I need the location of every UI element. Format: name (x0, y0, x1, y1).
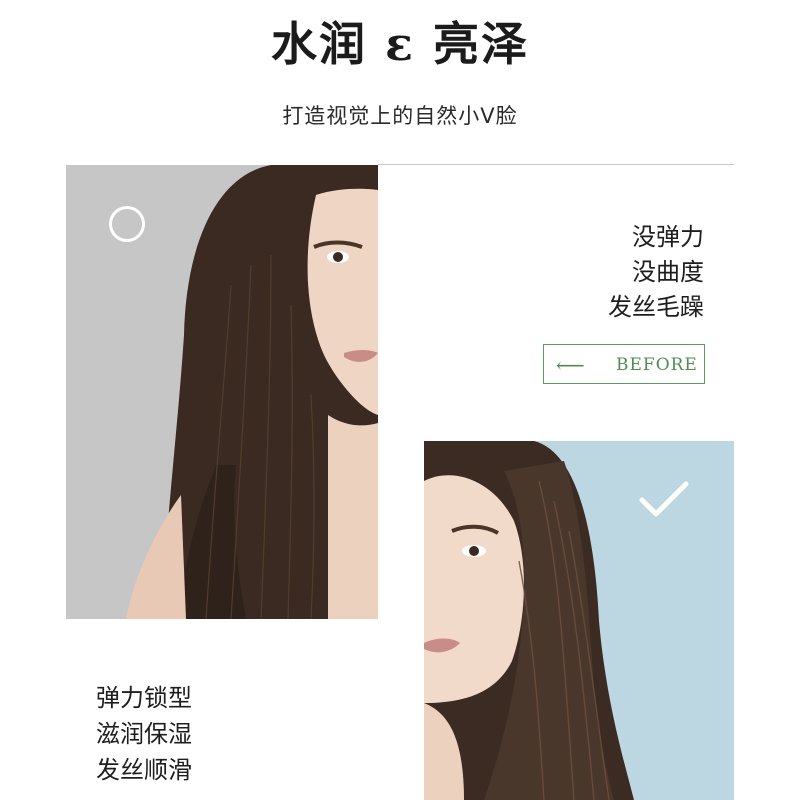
after-line-3: 发丝顺滑 (96, 756, 192, 784)
after-description: 弹力锁型 滋润保湿 发丝顺滑 (96, 680, 192, 788)
before-tag-label: BEFORE (616, 355, 698, 375)
before-line-3: 发丝毛躁 (608, 293, 704, 321)
divider-line (378, 164, 734, 165)
before-description: 没弹力 没曲度 发丝毛躁 (608, 220, 704, 325)
check-icon (639, 481, 689, 517)
after-line-2: 滋润保湿 (96, 720, 192, 748)
before-tag: ⟵ BEFORE (543, 344, 705, 384)
before-line-2: 没曲度 (632, 258, 704, 286)
circle-icon (109, 206, 145, 242)
page-subtitle: 打造视觉上的自然小V脸 (282, 104, 518, 128)
arrow-left-icon: ⟵ (556, 353, 585, 377)
after-line-1: 弹力锁型 (96, 684, 192, 712)
before-line-1: 没弹力 (632, 223, 704, 251)
page-title: 水润 ε 亮泽 (271, 17, 529, 71)
